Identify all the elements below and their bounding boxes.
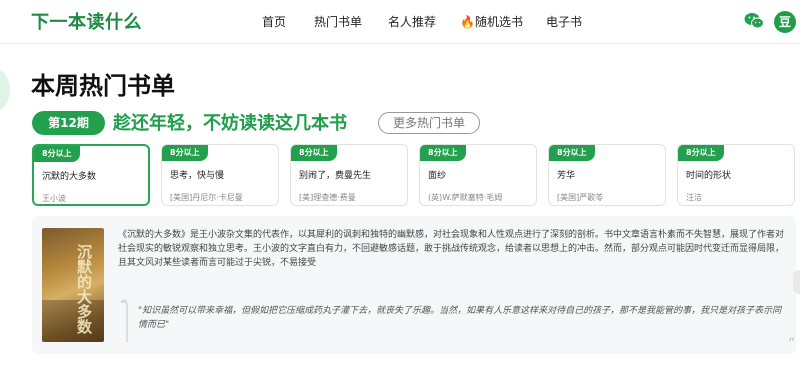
book-detail-panel: 沉默的大多数 《沉默的大多数》是王小波杂文集的代表作，以其犀利的讽刺和独特的幽默… xyxy=(32,216,796,354)
quote-bar xyxy=(126,302,128,342)
book-description: 《沉默的大多数》是王小波杂文集的代表作，以其犀利的讽刺和独特的幽默感，对社会现象… xyxy=(118,230,785,268)
book-card[interactable]: 8分以上 芳华 [美国]严歌苓 xyxy=(548,144,666,206)
book-author: [美国]严歌苓 xyxy=(557,193,604,202)
rating-tag: 8分以上 xyxy=(34,146,80,162)
book-author: (英)W.萨默塞特·毛姆 xyxy=(428,193,503,202)
issue-badge: 第12期 xyxy=(32,111,105,135)
carousel-next-handle[interactable] xyxy=(793,270,800,294)
book-title: 面纱 xyxy=(428,171,447,181)
book-cover-image[interactable]: 沉默的大多数 xyxy=(42,228,104,342)
book-card[interactable]: 8分以上 别闹了，费曼先生 [美]理查德·费曼 xyxy=(290,144,408,206)
wechat-icon[interactable] xyxy=(744,12,764,30)
book-author: 汪洁 xyxy=(686,193,702,202)
book-card[interactable]: 8分以上 沉默的大多数 王小波 xyxy=(32,144,150,206)
decorative-blob xyxy=(0,70,10,110)
book-card[interactable]: 8分以上 时间的形状 汪洁 xyxy=(677,144,795,206)
book-quote: "知识虽然可以带来幸福，但假如把它压缩成药丸子灌下去，就丧失了乐趣。当然，如果有… xyxy=(138,306,782,330)
nav-ebooks[interactable]: 电子书 xyxy=(546,13,582,30)
rating-tag: 8分以上 xyxy=(678,145,724,161)
nav-home[interactable]: 首页 xyxy=(262,13,286,30)
book-card[interactable]: 8分以上 面纱 (英)W.萨默塞特·毛姆 xyxy=(419,144,537,206)
rating-tag: 8分以上 xyxy=(549,145,595,161)
rating-tag: 8分以上 xyxy=(291,145,337,161)
book-title: 芳华 xyxy=(557,171,576,181)
cover-title: 沉默的大多数 xyxy=(75,244,93,334)
nav-random-pick[interactable]: 🔥随机选书 xyxy=(460,13,523,30)
user-avatar[interactable]: 豆 xyxy=(774,11,796,33)
list-headline: 趁还年轻，不妨读读这几本书 xyxy=(113,113,347,134)
page-title: 本周热门书单 xyxy=(31,72,175,100)
more-lists-button[interactable]: 更多热门书单 xyxy=(378,112,480,134)
book-author: [美国]丹尼尔·卡尼曼 xyxy=(170,193,243,202)
book-card[interactable]: 8分以上 思考，快与慢 [美国]丹尼尔·卡尼曼 xyxy=(161,144,279,206)
nav-hot-lists[interactable]: 热门书单 xyxy=(314,13,362,30)
book-author: 王小波 xyxy=(42,194,66,203)
quote-close-icon: ” xyxy=(788,336,796,352)
book-title: 思考，快与慢 xyxy=(170,171,225,181)
rating-tag: 8分以上 xyxy=(162,145,208,161)
book-author: [美]理查德·费曼 xyxy=(299,193,356,202)
site-logo[interactable]: 下一本读什么 xyxy=(31,8,142,34)
book-title: 时间的形状 xyxy=(686,171,732,181)
nav-celebrity-picks[interactable]: 名人推荐 xyxy=(388,13,436,30)
book-title: 沉默的大多数 xyxy=(42,172,97,182)
book-title: 别闹了，费曼先生 xyxy=(299,171,372,181)
top-navigation-bar: 下一本读什么 首页 热门书单 名人推荐 🔥随机选书 电子书 豆 xyxy=(0,0,800,44)
rating-tag: 8分以上 xyxy=(420,145,466,161)
